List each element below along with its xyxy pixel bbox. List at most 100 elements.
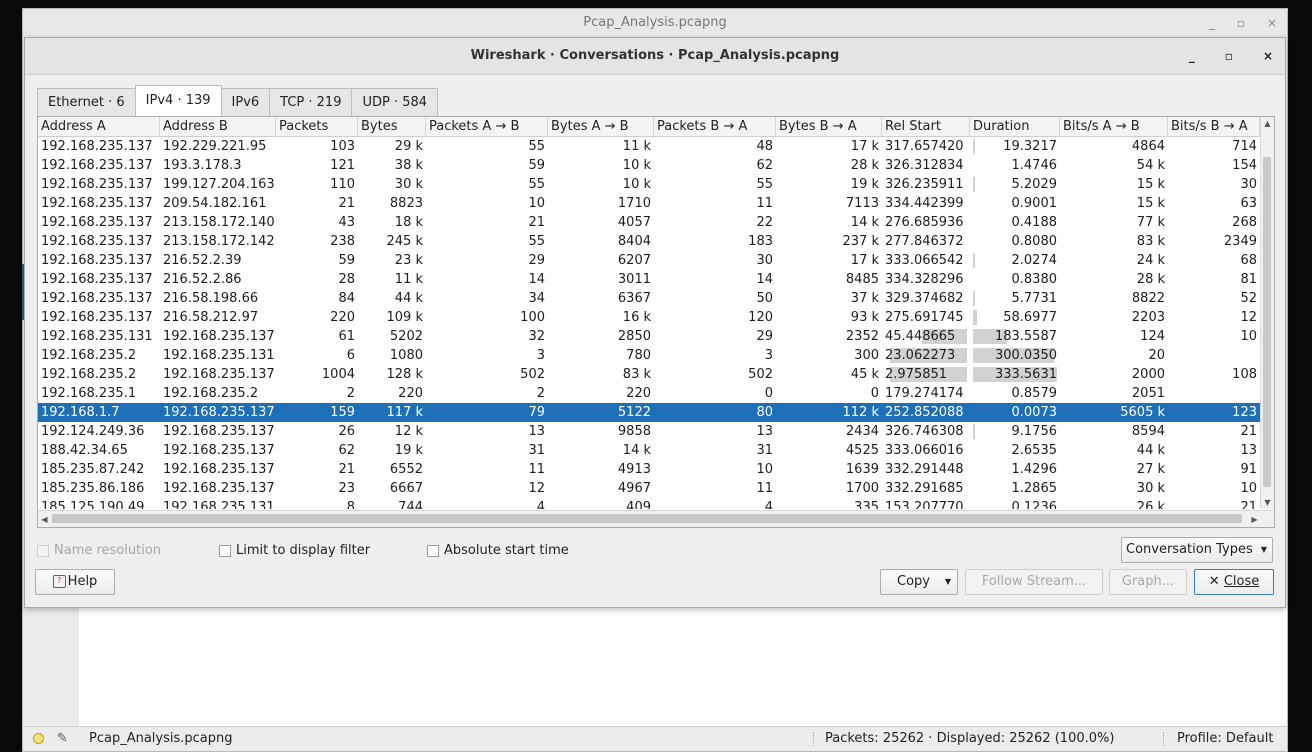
cell-text: 193.3.178.3: [163, 158, 242, 173]
table-row[interactable]: 192.168.235.137 199.127.204.163 110 30 k 55 1…: [38, 175, 1260, 194]
table-row[interactable]: 192.124.249.36 192.168.235.137 26 12 k 13 985…: [38, 422, 1260, 441]
close-dialog-button[interactable]: ✕ Close: [1194, 569, 1274, 595]
table-row[interactable]: 192.168.235.137 193.3.178.3 121 38 k 59 10 k 6…: [38, 156, 1260, 175]
column-header-packets-b-a[interactable]: Packets B → A: [654, 117, 776, 136]
main-window-titlebar: Pcap_Analysis.pcapng _ ▫ ×: [23, 9, 1287, 38]
table-cell: 30 k: [1060, 479, 1168, 498]
column-header-packets-a-b[interactable]: Packets A → B: [426, 117, 548, 136]
copy-button[interactable]: Copy ▼: [880, 569, 958, 595]
dialog-minimize-button[interactable]: _: [1189, 38, 1195, 74]
table-cell: 45 k: [776, 365, 882, 384]
dialog-close-button[interactable]: ×: [1263, 38, 1273, 74]
tab-tcp[interactable]: TCP · 219: [269, 88, 353, 116]
column-header-bytes-a-b[interactable]: Bytes A → B: [548, 117, 654, 136]
table-cell: 10: [654, 460, 776, 479]
column-header-address-a[interactable]: Address A: [38, 117, 160, 136]
table-row[interactable]: 192.168.235.137 216.52.2.86 28 11 k 14 3011 14…: [38, 270, 1260, 289]
cell-text: 10: [1240, 481, 1257, 496]
cell-text: 29: [528, 253, 545, 268]
column-header-packets[interactable]: Packets: [276, 117, 358, 136]
cell-text: 2352: [845, 329, 879, 344]
cell-text: 11: [756, 481, 773, 496]
table-row[interactable]: 185.235.87.242 192.168.235.137 21 6552 11 491…: [38, 460, 1260, 479]
status-profile[interactable]: Profile: Default: [1177, 727, 1273, 751]
cell-text: 18 k: [394, 215, 423, 230]
scroll-down-icon[interactable]: ▼: [1261, 496, 1274, 509]
table-cell: 333.066542: [882, 251, 970, 270]
checkbox-box[interactable]: [219, 544, 231, 557]
column-header-bytes[interactable]: Bytes: [358, 117, 426, 136]
horizontal-scrollbar[interactable]: ◀ ▶: [38, 510, 1274, 527]
cell-text: 213.158.172.140: [163, 215, 275, 230]
cell-text: 62: [756, 158, 773, 173]
follow-stream-button[interactable]: Follow Stream...: [965, 569, 1103, 595]
expert-info-icon[interactable]: [33, 733, 44, 744]
help-button[interactable]: ? Help: [35, 569, 115, 595]
table-cell: 199.127.204.163: [160, 175, 276, 194]
conversation-types-button[interactable]: Conversation Types ▼: [1121, 537, 1273, 563]
table-row[interactable]: 192.168.235.137 192.229.221.95 103 29 k 55 11…: [38, 137, 1260, 156]
column-header-rel-start[interactable]: Rel Start: [882, 117, 970, 136]
table-row[interactable]: 192.168.235.2 192.168.235.137 1004 128 k 502…: [38, 365, 1260, 384]
column-header-bytes-b-a[interactable]: Bytes B → A: [776, 117, 882, 136]
tab-ipv4[interactable]: IPv4 · 139: [134, 85, 222, 116]
table-row[interactable]: 188.42.34.65 192.168.235.137 62 19 k 31 14 k 3…: [38, 441, 1260, 460]
name-resolution-checkbox[interactable]: Name resolution: [37, 543, 161, 558]
scroll-left-icon[interactable]: ◀: [38, 513, 51, 526]
cell-text: 6667: [389, 481, 423, 496]
minimize-button[interactable]: _: [1209, 9, 1215, 37]
cell-text: 192.229.221.95: [163, 139, 267, 154]
table-row[interactable]: 192.168.235.137 209.54.182.161 21 8823 10 171…: [38, 194, 1260, 213]
close-button[interactable]: ×: [1267, 9, 1277, 37]
absolute-start-time-checkbox[interactable]: Absolute start time: [427, 543, 569, 558]
table-row[interactable]: 192.168.235.137 213.158.172.140 43 18 k 21 40…: [38, 213, 1260, 232]
table-cell: 192.168.235.137: [160, 365, 276, 384]
table-cell: 117 k: [358, 403, 426, 422]
table-row[interactable]: 185.235.86.186 192.168.235.137 23 6667 12 496…: [38, 479, 1260, 498]
checkbox-box[interactable]: [37, 544, 49, 557]
cell-text: 52: [1240, 291, 1257, 306]
vertical-scroll-thumb[interactable]: [1263, 157, 1271, 487]
table-cell: 192.168.235.137: [160, 460, 276, 479]
table-cell: 27 k: [1060, 460, 1168, 479]
column-header-bits-s-b-a[interactable]: Bits/s B → A: [1168, 117, 1260, 136]
table-row[interactable]: 192.168.235.131 192.168.235.137 61 5202 32 28…: [38, 327, 1260, 346]
vertical-scrollbar[interactable]: ▲ ▼: [1260, 117, 1274, 509]
table-row[interactable]: 192.168.235.137 213.158.172.142 238 245 k 55…: [38, 232, 1260, 251]
table-row[interactable]: 192.168.235.2 192.168.235.131 6 1080 3 780 3 30…: [38, 346, 1260, 365]
table-row[interactable]: 192.168.1.7 192.168.235.137 159 117 k 79 5122…: [38, 403, 1260, 422]
table-cell: 29 k: [358, 137, 426, 156]
table-row[interactable]: 192.168.235.1 192.168.235.2 2 220 2 220 0 0 179.…: [38, 384, 1260, 403]
edit-comment-icon[interactable]: ✎: [57, 727, 68, 751]
table-cell: 55: [426, 175, 548, 194]
table-row[interactable]: 185.125.190.49 192.168.235.131 8 744 4 409 4 33…: [38, 498, 1260, 509]
graph-button[interactable]: Graph...: [1109, 569, 1187, 595]
tab-ipv6[interactable]: IPv6: [220, 88, 271, 116]
tab-udp[interactable]: UDP · 584: [351, 88, 439, 116]
table-row[interactable]: 192.168.235.137 216.58.198.66 84 44 k 34 6367…: [38, 289, 1260, 308]
table-cell: 84: [276, 289, 358, 308]
cell-text: 332.291448: [885, 462, 964, 477]
cell-text: 1700: [845, 481, 879, 496]
table-row[interactable]: 192.168.235.137 216.52.2.39 59 23 k 29 6207 30…: [38, 251, 1260, 270]
cell-text: 3: [536, 348, 545, 363]
limit-display-filter-checkbox[interactable]: Limit to display filter: [219, 543, 370, 558]
cell-text: 192.168.235.137: [41, 272, 153, 287]
column-header-duration[interactable]: Duration: [970, 117, 1060, 136]
table-row[interactable]: 192.168.235.137 216.58.212.97 220 109 k 100 1…: [38, 308, 1260, 327]
horizontal-scroll-thumb[interactable]: [52, 514, 1242, 523]
column-header-bits-s-a-b[interactable]: Bits/s A → B: [1060, 117, 1168, 136]
table-cell: 59: [426, 156, 548, 175]
tab-ethernet[interactable]: Ethernet · 6: [37, 88, 136, 116]
scroll-right-icon[interactable]: ▶: [1248, 513, 1261, 526]
maximize-button[interactable]: ▫: [1237, 9, 1245, 37]
checkbox-box[interactable]: [427, 544, 439, 557]
scroll-up-icon[interactable]: ▲: [1261, 117, 1274, 130]
cell-text: 30 k: [394, 177, 423, 192]
cell-text: 192.168.235.131: [41, 329, 153, 344]
table-cell: 9858: [548, 422, 654, 441]
table-cell: 11 k: [358, 270, 426, 289]
dialog-maximize-button[interactable]: ▫: [1225, 38, 1233, 74]
cell-text: 14: [756, 272, 773, 287]
column-header-address-b[interactable]: Address B: [160, 117, 276, 136]
